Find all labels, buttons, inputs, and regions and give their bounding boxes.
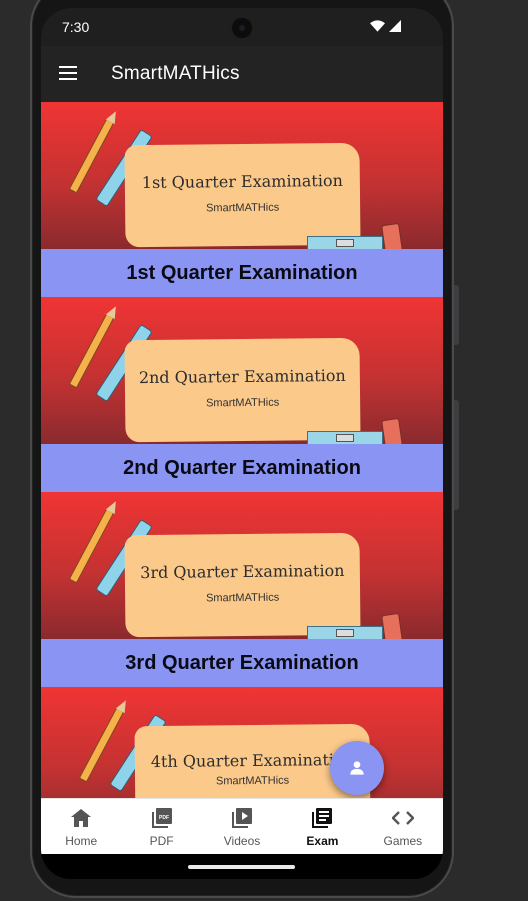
status-time: 7:30 <box>62 19 90 35</box>
exam-card[interactable]: 2nd Quarter Examination SmartMATHics 2nd… <box>41 297 443 492</box>
ruler-icon <box>307 626 383 639</box>
volume-button <box>454 285 459 345</box>
profile-fab[interactable] <box>330 741 384 795</box>
exam-label: 1st Quarter Examination <box>41 249 443 297</box>
gesture-bar <box>41 854 443 879</box>
nav-exam[interactable]: Exam <box>282 799 362 854</box>
exam-card[interactable]: 4th Quarter Examination SmartMATHics <box>41 687 443 798</box>
svg-text:PDF: PDF <box>159 815 169 821</box>
nav-label: Home <box>65 834 98 848</box>
signal-icon <box>389 20 401 32</box>
nav-pdf[interactable]: PDF PDF <box>121 799 201 854</box>
exam-banner: 3rd Quarter Examination SmartMATHics <box>41 492 443 639</box>
home-icon <box>71 809 92 827</box>
nav-videos[interactable]: Videos <box>202 799 282 854</box>
power-button <box>454 400 459 510</box>
nav-label: Videos <box>223 834 261 848</box>
banner-subtitle: SmartMATHics <box>205 201 280 215</box>
banner-title: 3rd Quarter Examination <box>140 560 345 583</box>
exam-banner: 2nd Quarter Examination SmartMATHics <box>41 297 443 444</box>
eraser-icon <box>381 417 403 444</box>
menu-icon[interactable] <box>59 66 77 80</box>
app-title: SmartMATHics <box>111 63 240 84</box>
video-library-icon <box>232 808 253 828</box>
banner-paper: 1st Quarter Examination SmartMATHics <box>124 142 361 248</box>
eraser-icon <box>381 612 403 639</box>
pdf-icon: PDF <box>151 808 172 828</box>
status-icons <box>370 20 401 32</box>
camera-cutout <box>231 17 253 39</box>
exam-banner: 4th Quarter Examination SmartMATHics <box>41 687 443 798</box>
banner-title: 2nd Quarter Examination <box>138 365 346 388</box>
nav-label: Exam <box>306 834 339 848</box>
exam-label: 2nd Quarter Examination <box>41 444 443 492</box>
person-icon <box>350 761 364 775</box>
app-bar: SmartMATHics <box>41 46 443 102</box>
eraser-icon <box>381 222 403 249</box>
exam-list: 1st Quarter Examination SmartMATHics 1st… <box>41 102 443 798</box>
code-icon <box>391 811 414 825</box>
status-bar: 7:30 <box>41 8 443 46</box>
wifi-icon <box>370 20 385 32</box>
nav-label: PDF <box>149 834 174 848</box>
exam-label: 3rd Quarter Examination <box>41 639 443 687</box>
banner-subtitle: SmartMATHics <box>205 591 280 605</box>
banner-subtitle: SmartMATHics <box>205 396 280 410</box>
exam-banner: 1st Quarter Examination SmartMATHics <box>41 102 443 249</box>
exam-card[interactable]: 3rd Quarter Examination SmartMATHics 3rd… <box>41 492 443 687</box>
ruler-icon <box>307 431 383 444</box>
exam-library-icon <box>312 808 333 828</box>
home-indicator[interactable] <box>188 865 295 869</box>
nav-home[interactable]: Home <box>41 799 121 854</box>
banner-paper: 3rd Quarter Examination SmartMATHics <box>124 532 361 638</box>
banner-paper: 2nd Quarter Examination SmartMATHics <box>124 337 361 443</box>
exam-card[interactable]: 1st Quarter Examination SmartMATHics 1st… <box>41 102 443 297</box>
nav-games[interactable]: Games <box>363 799 443 854</box>
bottom-navigation: Home PDF PDF Videos Exam Games <box>41 798 443 854</box>
ruler-icon <box>307 236 383 249</box>
banner-title: 1st Quarter Examination <box>141 170 343 193</box>
nav-label: Games <box>383 834 423 848</box>
device-screen: 7:30 SmartMATHics 1st Quarter Examinatio… <box>41 8 443 879</box>
